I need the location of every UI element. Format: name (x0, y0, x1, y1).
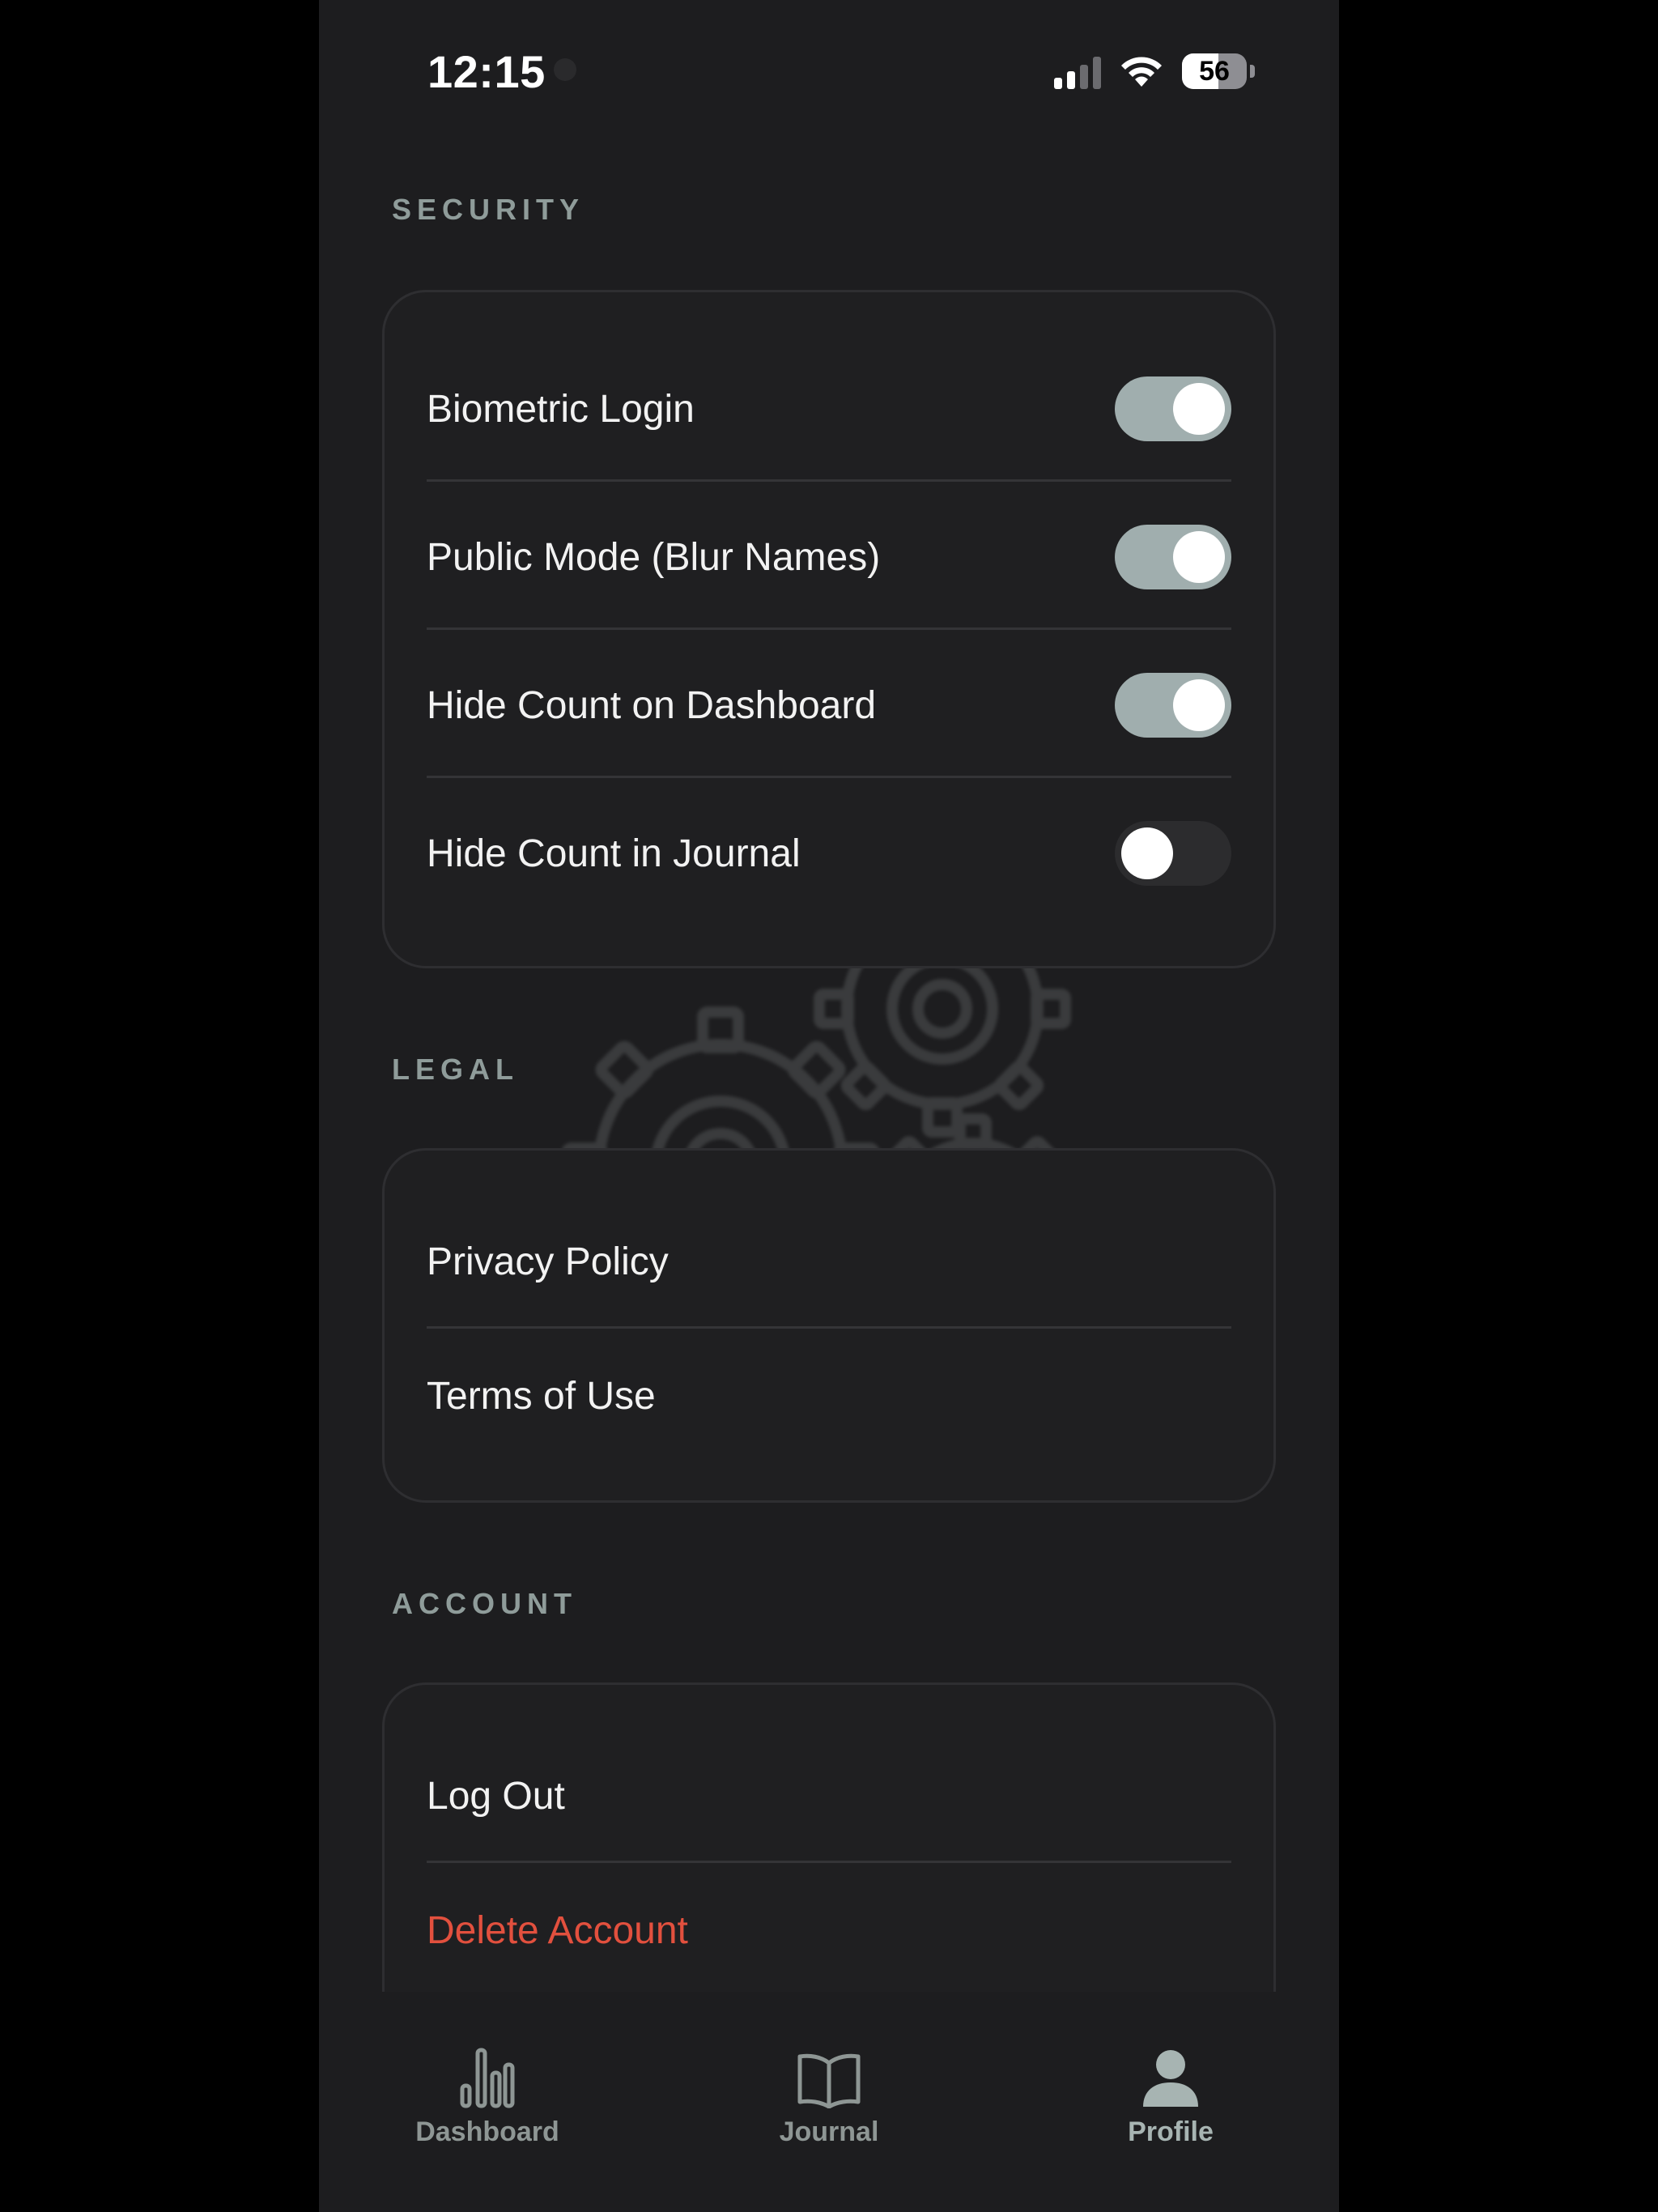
biometric-login-toggle[interactable] (1115, 376, 1231, 441)
security-card: Biometric Login Public Mode (Blur Names)… (382, 290, 1276, 968)
hide-count-journal-toggle[interactable] (1115, 821, 1231, 886)
log-out-row[interactable]: Log Out (427, 1729, 1231, 1863)
tab-label: Dashboard (415, 2116, 559, 2147)
toggle-knob (1121, 827, 1173, 879)
terms-of-use-row[interactable]: Terms of Use (427, 1329, 1231, 1463)
terms-of-use-link[interactable]: Terms of Use (427, 1374, 656, 1419)
legal-card: Privacy Policy Terms of Use (382, 1148, 1276, 1503)
setting-label: Biometric Login (427, 387, 695, 431)
section-title-legal: LEGAL (392, 1053, 519, 1086)
privacy-policy-link[interactable]: Privacy Policy (427, 1240, 669, 1284)
setting-label: Hide Count in Journal (427, 832, 801, 875)
tab-journal[interactable]: Journal (732, 2044, 926, 2148)
battery-level: 56 (1199, 55, 1230, 87)
wifi-icon (1121, 57, 1162, 87)
setting-label: Hide Count on Dashboard (427, 683, 877, 727)
public-mode-toggle[interactable] (1115, 525, 1231, 589)
tab-label: Profile (1128, 2116, 1214, 2147)
book-icon (797, 2053, 861, 2108)
tab-label: Journal (779, 2116, 879, 2147)
delete-account-button[interactable]: Delete Account (427, 1908, 688, 1953)
hide-count-dashboard-toggle[interactable] (1115, 673, 1231, 738)
tab-bar: Dashboard Journal Profile (319, 1992, 1339, 2212)
setting-row-hide-count-dashboard: Hide Count on Dashboard (427, 632, 1231, 778)
toggle-knob (1173, 383, 1225, 435)
app-screen: 12:15 56 SECURITY Biometric Login Public… (319, 0, 1339, 2212)
person-icon (1143, 2050, 1198, 2107)
status-indicator-dot (554, 58, 576, 81)
battery-icon: 56 (1182, 53, 1247, 89)
setting-label: Public Mode (Blur Names) (427, 535, 881, 579)
status-time: 12:15 (427, 46, 546, 97)
privacy-policy-row[interactable]: Privacy Policy (427, 1194, 1231, 1329)
delete-account-row[interactable]: Delete Account (427, 1863, 1231, 1997)
section-title-security: SECURITY (392, 193, 585, 226)
log-out-button[interactable]: Log Out (427, 1774, 565, 1819)
toggle-knob (1173, 679, 1225, 731)
section-title-account: ACCOUNT (392, 1587, 577, 1620)
bar-chart-icon (460, 2048, 515, 2108)
battery-cap (1250, 65, 1255, 78)
tab-profile[interactable]: Profile (1073, 2044, 1268, 2148)
setting-row-biometric-login: Biometric Login (427, 336, 1231, 482)
tab-dashboard[interactable]: Dashboard (390, 2044, 585, 2148)
setting-row-public-mode: Public Mode (Blur Names) (427, 484, 1231, 630)
toggle-knob (1173, 531, 1225, 583)
setting-row-hide-count-journal: Hide Count in Journal (427, 781, 1231, 926)
status-icons: 56 (1054, 53, 1255, 89)
cellular-signal-icon (1054, 53, 1101, 89)
